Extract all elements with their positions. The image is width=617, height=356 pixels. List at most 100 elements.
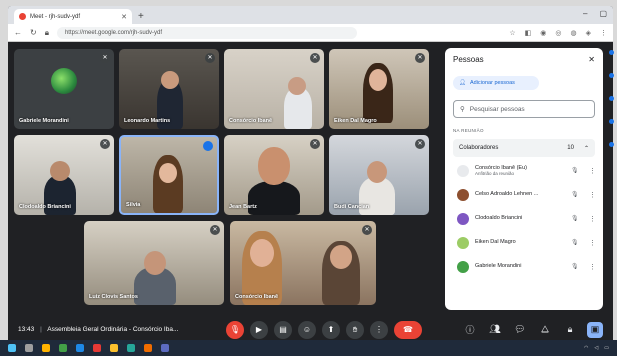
mic-off-icon[interactable]: 🎙︎	[571, 239, 583, 246]
tab-title: Meet - rjh-sudv-ydf	[30, 13, 81, 20]
more-options-icon[interactable]: ⋮	[589, 191, 596, 199]
sidebar-dot-icon	[608, 142, 614, 147]
reload-icon[interactable]: ↻	[30, 28, 37, 37]
back-icon[interactable]: ←	[14, 28, 22, 37]
browser-tab[interactable]: Meet - rjh-sudv-ydf ✕	[14, 9, 132, 24]
video-tile[interactable]: ✕ Luiz Clovis Santos	[84, 221, 224, 305]
participant-row[interactable]: Gabriele Morandini 🎙︎ ⋮	[453, 256, 596, 277]
participant-face	[367, 161, 387, 183]
extension-icon[interactable]: ◉	[540, 29, 546, 37]
video-tile[interactable]: ✕ Budi Cancian	[329, 135, 429, 215]
app-icon[interactable]	[127, 344, 135, 352]
participant-name: Luiz Clovis Santos	[89, 294, 138, 300]
app-icon[interactable]	[93, 344, 101, 352]
wifi-icon[interactable]: ◠	[584, 345, 588, 351]
mic-off-icon[interactable]: 🎙︎	[571, 263, 583, 270]
video-tile-speaking[interactable]: Silvia	[119, 135, 219, 215]
minimize-icon[interactable]: –	[583, 9, 587, 18]
participant-row-name: Celso Adroaldo Lehnen ...	[475, 191, 539, 198]
video-tile[interactable]: ✕ Jean Bartz	[224, 135, 324, 215]
avatar	[51, 68, 77, 94]
video-tile[interactable]: ✕ Clodoaldo Briancini	[14, 135, 114, 215]
emoji-button[interactable]: ☺	[298, 320, 316, 339]
participant-row-text: Eiken Dal Magro	[475, 239, 565, 246]
more-options-icon[interactable]: ⋮	[589, 215, 596, 223]
participant-row[interactable]: Eiken Dal Magro 🎙︎ ⋮	[453, 232, 596, 253]
activities-icon[interactable]: ⧋	[537, 322, 553, 338]
video-tile[interactable]: ✕ Leonardo Martins	[119, 49, 219, 129]
mic-off-icon: ✕	[210, 225, 220, 235]
video-tile[interactable]: ✕ Eiken Dal Magro	[329, 49, 429, 129]
camera-toggle-button[interactable]: ▶	[250, 320, 268, 339]
chat-icon[interactable]: 💬︎	[512, 322, 528, 338]
participant-face	[159, 163, 177, 183]
mic-toggle-button[interactable]: 🎙︎	[226, 320, 244, 339]
participant-row-text: Gabriele Morandini	[475, 263, 565, 270]
raise-hand-button[interactable]: ✋︎	[346, 320, 364, 339]
video-tile[interactable]: ✕ Gabriele Morandini	[14, 49, 114, 129]
extension-icon[interactable]: ◍	[571, 29, 577, 37]
side-controls: ⓘ 👥︎ 💬︎ ⧋ 🔒︎ ▣	[462, 321, 603, 338]
participant-name: Consórcio Ibanê	[229, 118, 273, 124]
more-options-button[interactable]: ⋮	[370, 320, 388, 339]
participant-row[interactable]: Consórcio Ibanê (Eu) Anfitrião da reunião…	[453, 160, 596, 181]
app-icon[interactable]	[59, 344, 67, 352]
app-icon[interactable]	[161, 344, 169, 352]
sidebar-dot-icon	[608, 73, 614, 78]
explorer-icon[interactable]	[42, 344, 50, 352]
avatar	[457, 188, 469, 201]
add-people-button[interactable]: 👤︎ Adicionar pessoas	[453, 76, 539, 90]
participant-name: Leonardo Martins	[124, 118, 171, 124]
extension-icon[interactable]: ◧	[525, 29, 532, 37]
new-tab-button[interactable]: +	[138, 11, 144, 22]
chevron-up-icon[interactable]: ⌃	[584, 145, 589, 152]
url-input[interactable]: https://meet.google.com/rjh-sudv-ydf	[56, 26, 357, 39]
collaborators-group[interactable]: Colaboradores 10 ⌃	[453, 139, 595, 157]
star-icon[interactable]: ☆	[509, 29, 515, 37]
mic-off-icon[interactable]: 🎙︎	[571, 191, 583, 198]
start-icon[interactable]	[8, 344, 16, 352]
chrome-icon[interactable]	[110, 344, 118, 352]
app-icon[interactable]	[76, 344, 84, 352]
sidebar-dot-icon	[608, 119, 614, 124]
maximize-icon[interactable]: ▢	[599, 9, 607, 18]
info-icon[interactable]: ⓘ	[462, 322, 478, 338]
participant-row[interactable]: Celso Adroaldo Lehnen ... 🎙︎ ⋮	[453, 184, 596, 205]
meet-favicon-icon	[19, 13, 26, 20]
notification-icon[interactable]: ▭	[604, 345, 609, 351]
address-bar: ← ↻ 🔒︎ https://meet.google.com/rjh-sudv-…	[8, 24, 613, 42]
more-options-icon[interactable]: ⋮	[589, 239, 596, 247]
more-options-icon[interactable]: ⋮	[589, 263, 596, 271]
close-tab-icon[interactable]: ✕	[121, 13, 127, 21]
mic-off-icon[interactable]: 🎙︎	[571, 215, 583, 222]
people-icon[interactable]: 👥︎	[487, 322, 503, 338]
mic-off-icon: ✕	[100, 53, 110, 63]
leave-call-button[interactable]: ☎	[394, 320, 422, 339]
video-tile[interactable]: ✕ Consórcio Ibanê	[230, 221, 376, 305]
app-icon[interactable]	[144, 344, 152, 352]
participant-row-name: Eiken Dal Magro	[475, 239, 516, 246]
mic-off-icon: ✕	[310, 53, 320, 63]
extension-icon[interactable]: ◈	[586, 29, 591, 37]
search-people-input[interactable]: ⚲ Pesquisar pessoas	[453, 100, 595, 118]
os-taskbar: ◠ ◁ ▭	[0, 340, 617, 356]
video-tile[interactable]: ✕ Consórcio Ibanê	[224, 49, 324, 129]
close-icon[interactable]: ✕	[588, 55, 595, 64]
add-person-icon: 👤︎	[459, 80, 466, 86]
search-icon[interactable]	[25, 344, 33, 352]
participant-name: Eiken Dal Magro	[334, 118, 377, 124]
panel-active-icon[interactable]: ▣	[587, 321, 603, 338]
participant-row[interactable]: Clodoaldo Briancini 🎙︎ ⋮	[453, 208, 596, 229]
volume-icon[interactable]: ◁	[594, 345, 598, 351]
mic-off-icon: ✕	[362, 225, 372, 235]
present-button[interactable]: ⬆	[322, 320, 340, 339]
host-controls-icon[interactable]: 🔒︎	[562, 322, 578, 338]
extension-icon[interactable]: ◎	[555, 29, 561, 37]
sidebar-dot-icon	[608, 50, 614, 55]
more-options-icon[interactable]: ⋮	[589, 167, 596, 175]
participant-face	[369, 69, 387, 91]
group-label: Colaboradores	[459, 145, 499, 151]
mic-off-icon[interactable]: 🎙︎	[571, 167, 583, 174]
video-grid: ✕ Gabriele Morandini ✕ Leonardo Martins …	[8, 43, 438, 313]
captions-button[interactable]: ▤	[274, 320, 292, 339]
